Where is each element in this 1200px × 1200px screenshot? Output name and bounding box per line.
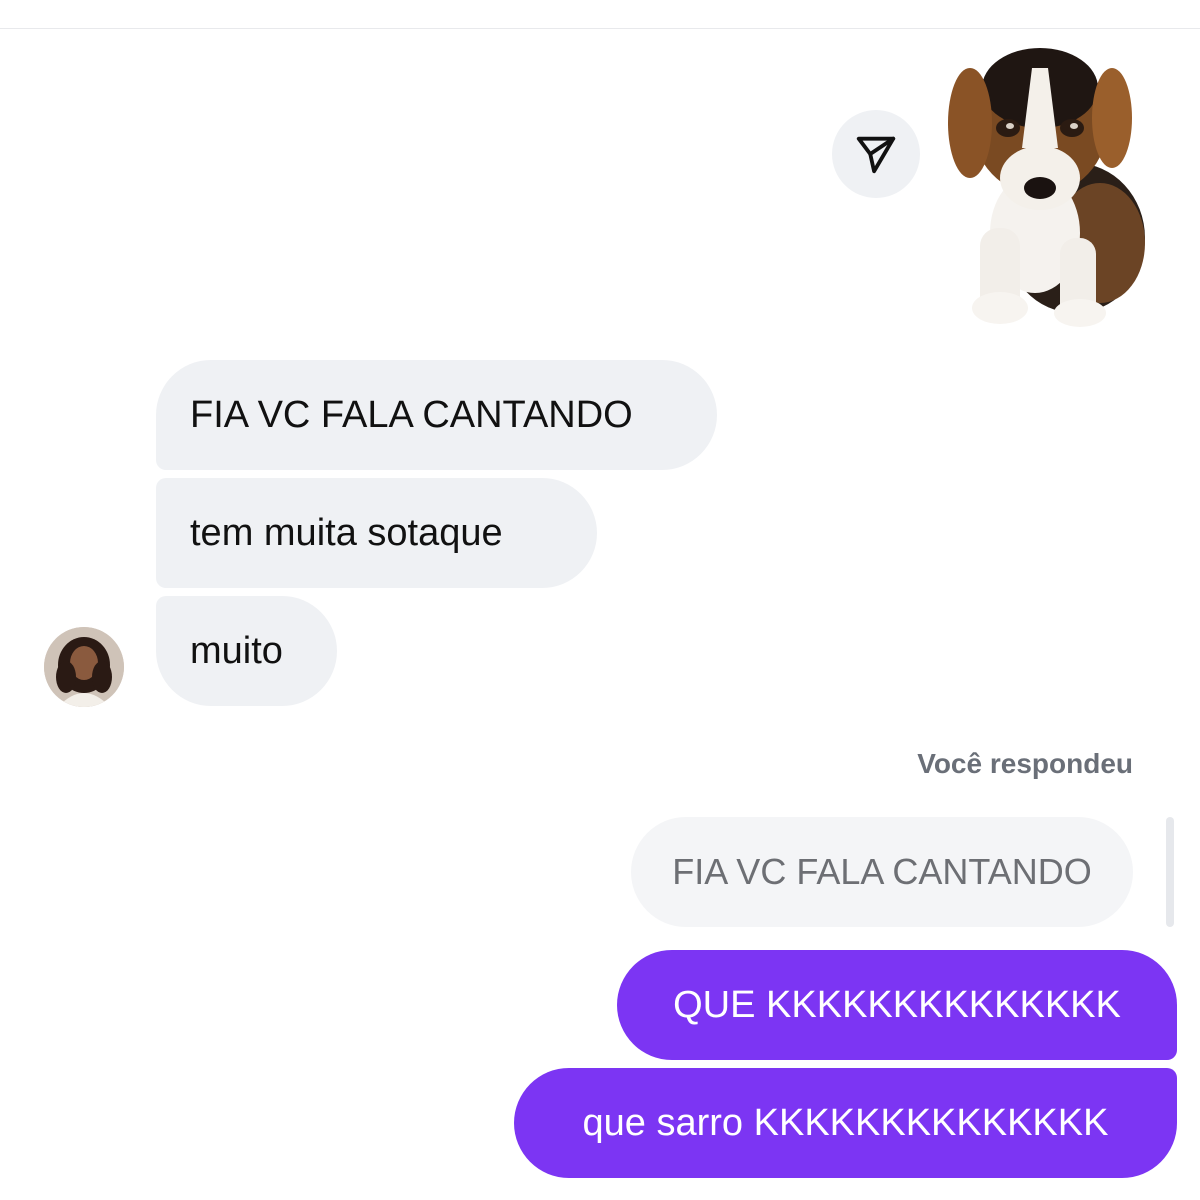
quoted-text: FIA VC FALA CANTANDO — [672, 851, 1092, 892]
incoming-message[interactable]: FIA VC FALA CANTANDO — [156, 360, 717, 470]
outgoing-message[interactable]: QUE KKKKKKKKKKKKKK — [617, 950, 1177, 1060]
quoted-message[interactable]: FIA VC FALA CANTANDO — [631, 817, 1133, 927]
share-button[interactable] — [832, 110, 920, 198]
message-text: muito — [190, 629, 283, 672]
outgoing-message[interactable]: que sarro KKKKKKKKKKKKKK — [514, 1068, 1177, 1178]
message-text: que sarro KKKKKKKKKKKKKK — [582, 1101, 1109, 1144]
message-text: FIA VC FALA CANTANDO — [190, 393, 633, 436]
incoming-message[interactable]: tem muita sotaque — [156, 478, 597, 588]
beagle-puppy-sticker[interactable] — [940, 28, 1160, 328]
send-icon — [856, 136, 896, 174]
quote-indicator-bar — [1166, 817, 1174, 927]
you-replied-label: Você respondeu — [917, 748, 1133, 779]
sender-avatar[interactable] — [44, 627, 124, 707]
message-text: tem muita sotaque — [190, 511, 503, 554]
incoming-message[interactable]: muito — [156, 596, 337, 706]
message-text: QUE KKKKKKKKKKKKKK — [673, 983, 1121, 1026]
